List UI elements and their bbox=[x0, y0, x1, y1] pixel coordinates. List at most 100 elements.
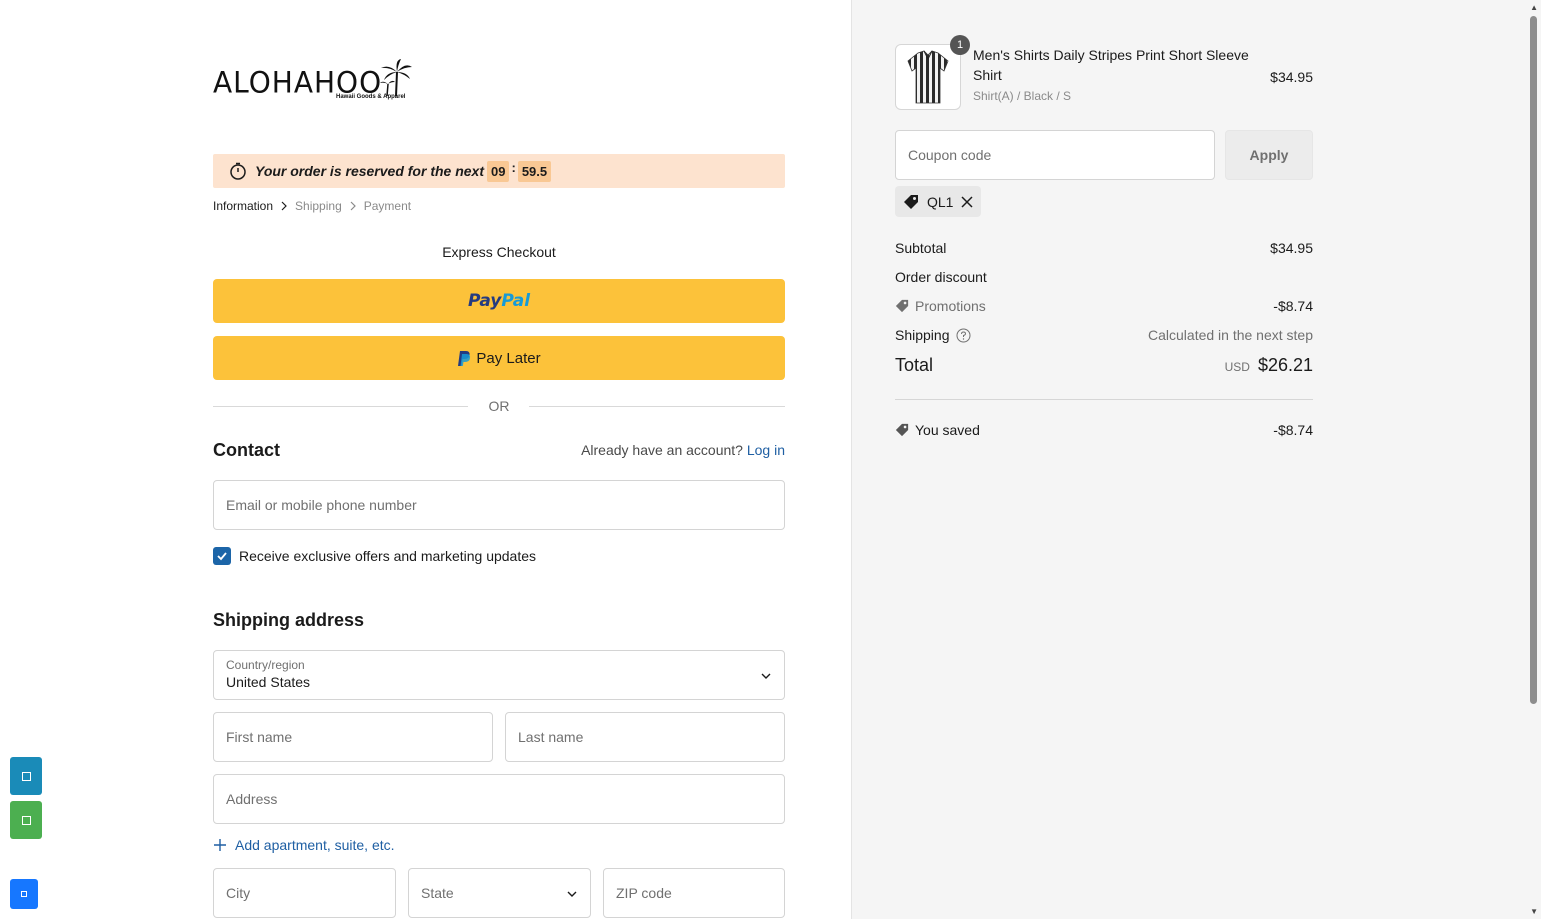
address-placeholder: Address bbox=[226, 791, 278, 807]
paypal-p-icon bbox=[458, 350, 471, 366]
product-name: Men's Shirts Daily Stripes Print Short S… bbox=[973, 47, 1249, 83]
product-variant: Shirt(A) / Black / S bbox=[973, 89, 1072, 103]
paypal-logo-part2: Pal bbox=[501, 291, 531, 311]
quantity-badge: 1 bbox=[950, 35, 970, 55]
breadcrumb: Information Shipping Payment bbox=[213, 199, 411, 213]
pay-later-label: Pay Later bbox=[476, 349, 541, 367]
brand-logo[interactable]: ALOHAHOO Hawaii Goods & Apparel bbox=[213, 58, 413, 104]
close-icon[interactable] bbox=[961, 195, 973, 208]
square-icon bbox=[21, 771, 31, 781]
square-icon bbox=[21, 891, 27, 897]
order-discount-row: Order discount bbox=[895, 269, 1313, 285]
checkmark-icon bbox=[217, 552, 227, 561]
chevron-right-icon bbox=[281, 201, 287, 211]
total-value: $26.21 bbox=[1257, 355, 1313, 375]
floating-widget-button-2[interactable] bbox=[10, 801, 42, 839]
you-saved-value: -$8.74 bbox=[1273, 422, 1313, 438]
total-row: Total USD $26.21 bbox=[895, 355, 1313, 376]
chevron-down-icon bbox=[567, 891, 577, 897]
breadcrumb-shipping: Shipping bbox=[295, 199, 342, 213]
promotions-label: Promotions bbox=[915, 298, 986, 314]
marketing-opt-in[interactable]: Receive exclusive offers and marketing u… bbox=[213, 547, 536, 565]
paypal-logo: PayPal bbox=[468, 291, 530, 311]
breadcrumb-information[interactable]: Information bbox=[213, 199, 273, 213]
timer-separator: : bbox=[511, 159, 516, 175]
applied-coupon-code: QL1 bbox=[927, 193, 954, 210]
shipping-value: Calculated in the next step bbox=[1148, 327, 1313, 343]
plus-icon bbox=[214, 839, 226, 851]
express-checkout-title: Express Checkout bbox=[442, 244, 556, 260]
email-field[interactable]: Email or mobile phone number bbox=[213, 480, 785, 530]
promotions-value: -$8.74 bbox=[1273, 298, 1313, 314]
scrollbar-thumb[interactable] bbox=[1530, 16, 1537, 704]
scroll-up-arrow-icon[interactable]: ▲ bbox=[1530, 3, 1538, 12]
you-saved-row: You saved -$8.74 bbox=[895, 422, 1313, 438]
total-label: Total bbox=[895, 355, 934, 375]
first-name-placeholder: First name bbox=[226, 729, 293, 745]
add-apartment-label: Add apartment, suite, etc. bbox=[235, 837, 395, 853]
paypal-pay-later-button[interactable]: Pay Later bbox=[213, 336, 785, 380]
promotions-row: Promotions -$8.74 bbox=[895, 298, 1313, 314]
striped-shirt-image bbox=[907, 50, 949, 104]
paypal-logo-part1: Pay bbox=[467, 291, 502, 311]
zip-code-field[interactable]: ZIP code bbox=[603, 868, 785, 918]
country-value: United States bbox=[226, 674, 311, 690]
currency-code: USD bbox=[1224, 360, 1250, 374]
tag-icon bbox=[895, 423, 909, 437]
marketing-label: Receive exclusive offers and marketing u… bbox=[239, 548, 537, 564]
floating-widget-button-1[interactable] bbox=[10, 757, 42, 795]
tag-icon bbox=[895, 299, 909, 313]
shipping-address-heading: Shipping address bbox=[213, 610, 365, 630]
tag-icon bbox=[904, 194, 918, 209]
shipping-row: Shipping Calculated in the next step bbox=[895, 327, 1313, 343]
chevron-right-icon bbox=[350, 201, 356, 211]
you-saved-label: You saved bbox=[915, 422, 980, 438]
country-select[interactable]: Country/region United States bbox=[213, 650, 785, 700]
or-text: OR bbox=[488, 398, 510, 414]
subtotal-label: Subtotal bbox=[895, 240, 947, 256]
order-reserved-banner: Your order is reserved for the next 09 :… bbox=[213, 154, 785, 188]
summary-divider bbox=[895, 399, 1313, 400]
reserve-text: Your order is reserved for the next bbox=[255, 163, 484, 179]
applied-coupon-chip: QL1 bbox=[895, 186, 982, 217]
country-label: Country/region bbox=[226, 658, 305, 672]
marketing-checkbox[interactable] bbox=[213, 547, 231, 565]
paypal-button[interactable]: PayPal bbox=[213, 279, 785, 323]
or-divider: OR bbox=[213, 398, 785, 414]
floating-widget-button-3[interactable] bbox=[10, 879, 38, 909]
contact-heading: Contact bbox=[213, 440, 280, 460]
coupon-placeholder: Coupon code bbox=[908, 147, 992, 163]
coupon-code-input[interactable]: Coupon code bbox=[895, 130, 1215, 180]
last-name-field[interactable]: Last name bbox=[505, 712, 785, 762]
palm-tree-icon bbox=[380, 59, 412, 97]
account-prompt: Already have an account? Log in bbox=[581, 442, 785, 458]
city-placeholder: City bbox=[226, 885, 251, 901]
timer-minutes: 09 bbox=[487, 160, 510, 182]
timer-seconds: 59.5 bbox=[517, 160, 552, 182]
apply-coupon-button[interactable]: Apply bbox=[1225, 130, 1313, 180]
state-placeholder: State bbox=[421, 885, 454, 901]
breadcrumb-payment: Payment bbox=[363, 199, 412, 213]
city-field[interactable]: City bbox=[213, 868, 396, 918]
product-price: $34.95 bbox=[1270, 69, 1313, 85]
chevron-down-icon bbox=[761, 673, 771, 679]
first-name-field[interactable]: First name bbox=[213, 712, 493, 762]
product-thumbnail bbox=[895, 44, 961, 110]
order-discount-label: Order discount bbox=[895, 269, 987, 285]
login-link[interactable]: Log in bbox=[747, 442, 785, 458]
help-circle-icon[interactable] bbox=[956, 328, 971, 343]
timer-icon bbox=[230, 162, 246, 180]
address-field[interactable]: Address bbox=[213, 774, 785, 824]
account-prompt-text: Already have an account? bbox=[581, 442, 743, 458]
checkout-form-panel: ALOHAHOO Hawaii Goods & Apparel Your ord… bbox=[0, 0, 851, 919]
email-placeholder: Email or mobile phone number bbox=[226, 497, 417, 513]
square-icon bbox=[21, 815, 31, 825]
subtotal-row: Subtotal $34.95 bbox=[895, 240, 1313, 256]
state-select[interactable]: State bbox=[408, 868, 591, 918]
zip-placeholder: ZIP code bbox=[616, 885, 672, 901]
last-name-placeholder: Last name bbox=[518, 729, 584, 745]
scroll-down-arrow-icon[interactable]: ▼ bbox=[1530, 907, 1538, 916]
shipping-label: Shipping bbox=[895, 327, 950, 343]
subtotal-value: $34.95 bbox=[1270, 240, 1313, 256]
add-apartment-link[interactable]: Add apartment, suite, etc. bbox=[213, 837, 395, 853]
